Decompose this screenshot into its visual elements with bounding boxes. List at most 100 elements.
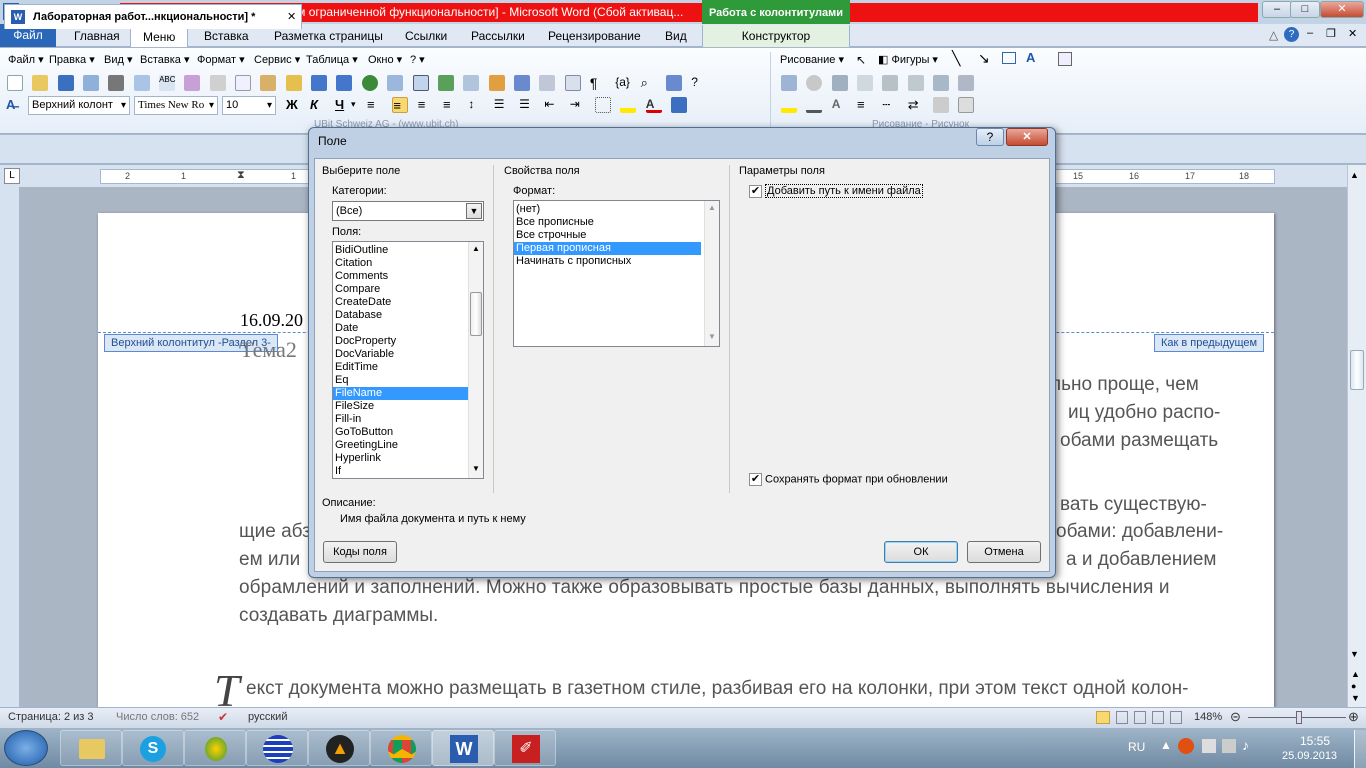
open-folder-icon[interactable]: [32, 75, 49, 91]
taskbar-chrome[interactable]: [370, 730, 432, 766]
show-desktop-button[interactable]: [1354, 730, 1366, 768]
dash-style-icon[interactable]: ┄: [882, 97, 898, 113]
line-style-icon[interactable]: ≡: [857, 97, 873, 113]
read-mode-icon[interactable]: [665, 75, 682, 91]
taskbar-explorer[interactable]: [60, 730, 122, 766]
line-spacing-icon[interactable]: ↕: [468, 97, 484, 113]
columns-icon[interactable]: [463, 75, 480, 91]
taskbar-skype[interactable]: S: [122, 730, 184, 766]
bold-button[interactable]: Ж: [286, 97, 298, 112]
minimize-button[interactable]: –: [1262, 1, 1292, 18]
scroll-up-icon[interactable]: ▲: [1350, 170, 1359, 180]
menu-file[interactable]: Файл ▾: [8, 53, 44, 66]
research-icon[interactable]: [184, 75, 201, 91]
tray-usb-icon[interactable]: [1202, 739, 1216, 753]
select-pointer-icon[interactable]: ↖: [856, 53, 866, 67]
doc-text-line[interactable]: екст документа можно размещать в газетно…: [246, 678, 1188, 700]
list-item[interactable]: GoToButton: [333, 426, 483, 439]
compress-icon[interactable]: [933, 75, 950, 91]
list-item-selected[interactable]: FileName: [333, 387, 483, 400]
status-words[interactable]: Число слов: 652: [116, 711, 199, 723]
styles-icon[interactable]: A̶: [6, 97, 15, 112]
list-item[interactable]: DocVariable: [333, 348, 483, 361]
tray-date[interactable]: 25.09.2013: [1282, 750, 1337, 762]
increase-indent-icon[interactable]: ⇥: [570, 97, 586, 113]
tab-references[interactable]: Ссылки: [393, 25, 459, 47]
zoom-level[interactable]: 148%: [1194, 711, 1222, 723]
scroll-thumb[interactable]: [1350, 350, 1364, 390]
list-item[interactable]: Citation: [333, 257, 483, 270]
web-layout-icon[interactable]: [1134, 711, 1146, 724]
list-item[interactable]: Compare: [333, 283, 483, 296]
tray-network-icon[interactable]: [1222, 739, 1236, 753]
zoom-slider-thumb[interactable]: [1296, 711, 1302, 724]
list-item-selected[interactable]: Первая прописная: [514, 242, 701, 255]
drawing-icon[interactable]: [488, 75, 505, 91]
insert-picture-icon[interactable]: [781, 75, 797, 91]
tab-review[interactable]: Рецензирование: [536, 25, 653, 47]
bullets-icon[interactable]: ☰: [519, 97, 535, 113]
doc-text-line[interactable]: вать существую-: [1060, 494, 1207, 516]
start-button[interactable]: [4, 730, 48, 766]
zoom-icon[interactable]: ⌕: [641, 75, 657, 91]
header-topic[interactable]: Тема2: [240, 337, 297, 363]
underline-dropdown-icon[interactable]: ▾: [351, 99, 356, 110]
line-color-icon[interactable]: [806, 97, 823, 113]
checkbox-checked-icon[interactable]: ✔: [749, 473, 762, 486]
doc-text-line[interactable]: льно проще, чем: [1050, 374, 1199, 396]
menu-insert[interactable]: Вставка ▾: [140, 53, 189, 66]
arrow-style-icon[interactable]: ⇄: [908, 97, 924, 113]
brightness-icon[interactable]: [857, 75, 874, 91]
list-item[interactable]: Fill-in: [333, 413, 483, 426]
list-item[interactable]: GreetingLine: [333, 439, 483, 452]
document-tab[interactable]: W Лабораторная работ...нкциональности] *…: [4, 4, 302, 29]
format-painter-icon[interactable]: [285, 75, 302, 91]
new-document-icon[interactable]: [7, 75, 23, 91]
copy-icon[interactable]: [235, 75, 252, 91]
scroll-down-icon[interactable]: ▼: [1350, 649, 1359, 659]
zoom-in-icon[interactable]: ⊕: [1348, 709, 1359, 725]
doc-text-line[interactable]: создавать диаграммы.: [239, 605, 438, 627]
menu-table[interactable]: Таблица ▾: [306, 53, 358, 66]
doc-text-line[interactable]: обрамлений и заполнений. Можно также обр…: [239, 577, 1170, 599]
undo-icon[interactable]: [311, 75, 328, 91]
field-icon[interactable]: [564, 75, 581, 91]
draft-icon[interactable]: [1170, 711, 1182, 724]
menu-drawing[interactable]: Рисование ▾: [780, 53, 844, 66]
justify-icon[interactable]: ≡: [443, 97, 459, 113]
status-page[interactable]: Страница: 2 из 3: [8, 711, 94, 723]
reading-layout-icon[interactable]: [671, 97, 688, 113]
categories-select[interactable]: (Все) ▼: [332, 201, 484, 221]
fields-listbox[interactable]: BidiOutline Citation Comments Compare Cr…: [332, 241, 484, 479]
highlight-icon[interactable]: [620, 97, 637, 113]
doc-restore-icon[interactable]: ❐: [1326, 27, 1336, 40]
doc-text-line[interactable]: обами размещать: [1060, 430, 1218, 452]
list-item[interactable]: Eq: [333, 374, 483, 387]
tray-app-icon[interactable]: [1178, 738, 1194, 754]
ribbon-collapse-icon[interactable]: △: [1269, 28, 1278, 42]
shape-font-color-icon[interactable]: A: [832, 97, 848, 113]
reset-picture-icon[interactable]: [958, 75, 975, 91]
document-tab-close-icon[interactable]: ✕: [287, 5, 296, 29]
rotate-icon[interactable]: [907, 75, 924, 91]
taskbar-pdf[interactable]: ✐: [494, 730, 556, 766]
help-toolbar-icon[interactable]: ?: [691, 75, 707, 91]
doc-text-line[interactable]: иц удобно распо-: [1068, 402, 1220, 424]
fields-scrollbar[interactable]: ▲ ▼: [468, 242, 483, 478]
scroll-up-icon[interactable]: ▲: [708, 203, 716, 212]
checkbox-checked-icon[interactable]: ✔: [749, 185, 762, 198]
list-item[interactable]: Database: [333, 309, 483, 322]
header-date[interactable]: 16.09.20: [240, 310, 303, 331]
menu-window[interactable]: Окно ▾: [368, 53, 402, 66]
scroll-down-icon[interactable]: ▼: [472, 464, 480, 473]
arrow-icon[interactable]: ↘: [978, 50, 990, 67]
menu-format[interactable]: Формат ▾: [197, 53, 245, 66]
cut-icon[interactable]: [209, 75, 226, 91]
document-map-icon[interactable]: [513, 75, 530, 91]
permission-icon[interactable]: [83, 75, 100, 91]
tab-view[interactable]: Вид: [653, 25, 699, 47]
doc-minimize-icon[interactable]: –: [1307, 27, 1313, 39]
list-item[interactable]: Все прописные: [514, 216, 719, 229]
list-item[interactable]: Начинать с прописных: [514, 255, 719, 268]
proofing-icon[interactable]: ✔: [218, 710, 228, 724]
